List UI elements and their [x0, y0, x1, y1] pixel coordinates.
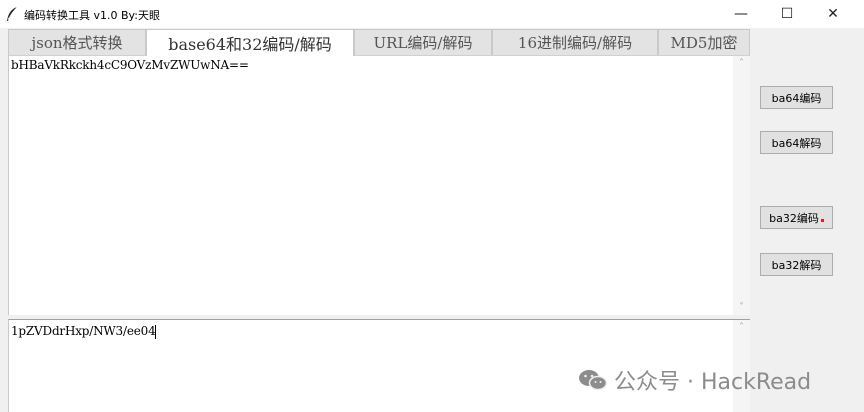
scroll-up-arrow-icon[interactable]: ˄	[733, 322, 750, 333]
title-bar: 编码转换工具 v1.0 By:天眼 — ☐ ✕	[0, 0, 864, 28]
tab-md5[interactable]: MD5加密	[658, 29, 750, 55]
base32-encode-label: ba32编码	[769, 211, 819, 225]
input-text: bHBaVkRkckh4cC9OVzMvZWUwNA==	[11, 58, 249, 72]
wechat-icon	[579, 370, 608, 391]
tab-url-codec[interactable]: URL编码/解码	[354, 29, 492, 55]
base64-encode-button[interactable]: ba64编码	[760, 86, 833, 109]
red-dot-icon	[820, 219, 824, 222]
tab-json-format[interactable]: json格式转换	[8, 29, 146, 55]
tab-hex-codec[interactable]: 16进制编码/解码	[492, 29, 658, 55]
scroll-up-arrow-icon[interactable]: ˄	[733, 58, 750, 69]
base32-decode-label: ba32解码	[771, 258, 822, 272]
watermark: 公众号 · HackRead	[578, 364, 811, 396]
text-caret	[155, 325, 156, 339]
window-title: 编码转换工具 v1.0 By:天眼	[24, 9, 160, 22]
maximize-button[interactable]: ☐	[764, 0, 810, 28]
base64-decode-label: ba64解码	[771, 136, 822, 150]
base64-decode-button[interactable]: ba64解码	[760, 131, 833, 154]
input-scrollbar[interactable]: ˄ ˅	[733, 56, 750, 315]
output-text: 1pZVDdrHxp/NW3/ee04	[11, 324, 156, 338]
minimize-button[interactable]: —	[718, 0, 764, 28]
base64-encode-label: ba64编码	[771, 91, 822, 105]
feather-icon	[7, 6, 18, 21]
tab-base64-base32[interactable]: base64和32编码/解码	[146, 29, 354, 56]
input-textarea[interactable]: bHBaVkRkckh4cC9OVzMvZWUwNA== ˄ ˅	[8, 55, 750, 315]
tab-bar: json格式转换 base64和32编码/解码 URL编码/解码 16进制编码/…	[8, 29, 750, 56]
base32-decode-button[interactable]: ba32解码	[760, 253, 833, 276]
watermark-text: 公众号 · HackRead	[614, 370, 812, 395]
close-button[interactable]: ✕	[810, 0, 856, 28]
scroll-down-arrow-icon[interactable]: ˅	[733, 302, 750, 313]
base32-encode-button[interactable]: ba32编码	[760, 206, 833, 229]
